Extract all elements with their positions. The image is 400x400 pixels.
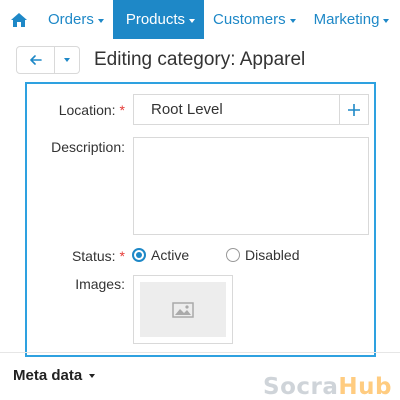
nav-customers[interactable]: Customers bbox=[204, 0, 305, 39]
description-label-text: Description: bbox=[51, 139, 125, 155]
category-form-panel: Location: * Root Level Description: Statu… bbox=[25, 82, 376, 357]
radio-unchecked-icon bbox=[226, 248, 240, 262]
chevron-down-icon bbox=[189, 18, 196, 23]
radio-checked-icon bbox=[132, 248, 146, 262]
description-textarea[interactable] bbox=[133, 137, 369, 235]
images-label-text: Images: bbox=[75, 276, 125, 292]
status-active-label: Active bbox=[151, 247, 190, 263]
location-value: Root Level bbox=[151, 101, 223, 118]
required-mark: * bbox=[119, 248, 125, 264]
status-disabled-radio[interactable]: Disabled bbox=[226, 247, 299, 263]
back-dropdown-button[interactable] bbox=[55, 46, 80, 74]
top-nav: Orders Products Customers Marketing bbox=[0, 0, 400, 39]
plus-icon bbox=[348, 103, 360, 116]
location-field[interactable]: Root Level bbox=[133, 94, 339, 125]
nav-products[interactable]: Products bbox=[112, 0, 205, 39]
nav-orders-label: Orders bbox=[48, 11, 94, 28]
back-button[interactable] bbox=[16, 46, 55, 74]
nav-customers-label: Customers bbox=[213, 11, 286, 28]
nav-products-label: Products bbox=[125, 11, 186, 28]
location-label: Location: * bbox=[25, 102, 125, 118]
watermark-part1: Socra bbox=[263, 374, 339, 400]
image-upload[interactable] bbox=[133, 275, 233, 344]
chevron-down-icon bbox=[97, 18, 104, 23]
description-label: Description: bbox=[25, 139, 125, 155]
section-divider bbox=[0, 352, 400, 353]
add-location-button[interactable] bbox=[339, 94, 369, 125]
status-disabled-label: Disabled bbox=[245, 247, 300, 263]
page-title: Editing category: Apparel bbox=[94, 49, 306, 70]
required-mark: * bbox=[119, 102, 125, 118]
nav-marketing[interactable]: Marketing bbox=[305, 0, 399, 39]
page-header: Editing category: Apparel bbox=[0, 39, 400, 81]
meta-data-label: Meta data bbox=[13, 367, 83, 384]
image-placeholder bbox=[140, 282, 226, 337]
back-button-group bbox=[16, 46, 80, 74]
images-label: Images: bbox=[25, 276, 125, 292]
status-label-text: Status: bbox=[71, 248, 116, 264]
chevron-down-icon bbox=[89, 373, 96, 378]
arrow-left-icon bbox=[29, 55, 42, 65]
home-icon[interactable] bbox=[0, 0, 38, 39]
meta-data-toggle[interactable]: Meta data bbox=[13, 367, 96, 384]
chevron-down-icon bbox=[383, 18, 390, 23]
status-active-radio[interactable]: Active bbox=[132, 247, 189, 263]
watermark-part2: Hub bbox=[338, 374, 392, 400]
status-label: Status: * bbox=[25, 248, 125, 264]
nav-marketing-label: Marketing bbox=[313, 11, 380, 28]
image-icon bbox=[172, 301, 194, 318]
location-label-text: Location: bbox=[58, 102, 116, 118]
nav-orders[interactable]: Orders bbox=[38, 0, 113, 39]
chevron-down-icon bbox=[289, 18, 296, 23]
watermark-logo: SocraHub bbox=[263, 374, 392, 400]
caret-down-icon bbox=[64, 58, 70, 62]
